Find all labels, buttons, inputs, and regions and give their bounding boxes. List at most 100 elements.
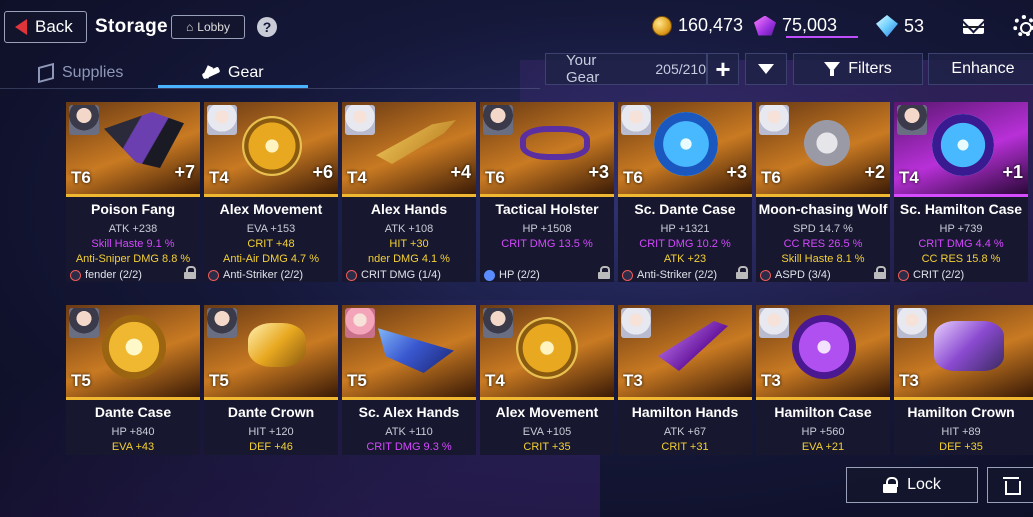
help-icon[interactable]: ? — [257, 17, 277, 37]
crystal-currency[interactable]: 75,003 — [754, 15, 837, 36]
claw-icon — [378, 328, 454, 373]
gear-card[interactable]: T3 Hamilton Case HP +560 EVA +21 — [756, 305, 890, 455]
enhance-level: +3 — [588, 162, 609, 182]
filters-button[interactable]: Filters — [793, 53, 923, 85]
sort-dropdown-button[interactable] — [745, 53, 787, 85]
gear-card[interactable]: T6 +3 Sc. Dante Case HP +1321 CRIT DMG 1… — [618, 102, 752, 282]
mail-icon[interactable] — [963, 19, 984, 34]
sub-stat-2: Skill Haste 8.1 % — [781, 253, 865, 265]
gear-card[interactable]: T6 +3 Tactical Holster HP +1508 CRIT DMG… — [480, 102, 614, 282]
gear-card[interactable]: T6 +7 Poison Fang ATK +238 Skill Haste 9… — [66, 102, 200, 282]
item-name: Alex Movement — [495, 404, 599, 420]
gold-currency[interactable]: 160,473 — [652, 15, 743, 36]
lobby-button[interactable]: ⌂ Lobby — [171, 15, 245, 39]
enhance-level: +1 — [1002, 162, 1023, 182]
diamond-amount: 53 — [904, 15, 925, 36]
item-name: Sc. Alex Hands — [358, 404, 460, 420]
tier-label: T4 — [347, 168, 367, 187]
main-stat: ATK +108 — [384, 223, 434, 235]
gear-tab-icon — [202, 66, 220, 80]
item-name: Sc. Dante Case — [634, 201, 736, 217]
gear-card[interactable]: T6 +2 Moon-chasing Wolf SPD 14.7 % CC RE… — [756, 102, 890, 282]
cross-swords-icon — [208, 269, 219, 281]
tab-gear[interactable]: Gear — [202, 58, 264, 88]
back-button[interactable]: Back — [4, 11, 87, 43]
enhance-level: +6 — [312, 162, 333, 182]
gear-card[interactable]: T5 Dante Case HP +840 EVA +43 — [66, 305, 200, 455]
heart-icon — [484, 269, 495, 281]
tab-divider — [0, 88, 540, 89]
diamond-currency[interactable]: 53 — [876, 15, 924, 37]
energy-core-icon — [654, 112, 718, 176]
dismantle-button[interactable] — [987, 467, 1033, 503]
settings-gear-icon[interactable] — [1013, 15, 1033, 37]
gear-card[interactable]: T3 Hamilton Crown HIT +89 DEF +35 — [894, 305, 1033, 455]
holster-belt-icon — [520, 126, 590, 160]
your-gear-panel: Your Gear 205/210 — [545, 52, 707, 86]
avatar — [69, 308, 99, 338]
item-name: Sc. Hamilton Case — [899, 201, 1023, 217]
item-name: Dante Case — [94, 404, 172, 420]
top-bar: Back Storage ⌂ Lobby ? 160,473 75,003 53 — [0, 0, 1033, 52]
lock-icon — [736, 266, 748, 279]
enhance-level: +4 — [450, 162, 471, 182]
expand-storage-button[interactable]: + — [707, 53, 739, 85]
lock-icon — [598, 266, 610, 279]
energy-core-icon — [102, 315, 166, 379]
main-stat: EVA +105 — [522, 426, 572, 438]
item-name: Alex Hands — [370, 201, 448, 217]
page-title: Storage — [95, 16, 168, 37]
enhance-button[interactable]: Enhance — [928, 53, 1033, 85]
clockwork-icon — [516, 317, 578, 379]
your-gear-label: Your Gear — [566, 52, 600, 86]
avatar — [621, 105, 651, 135]
main-stat: HP +1508 — [522, 223, 572, 235]
sub-stat-1: EVA +43 — [111, 441, 155, 453]
active-tab-indicator — [158, 85, 308, 88]
lobby-button-label: Lobby — [197, 20, 230, 34]
crit-icon — [898, 269, 909, 281]
gear-card[interactable]: T3 Hamilton Hands ATK +67 CRIT +31 — [618, 305, 752, 455]
sub-stat-1: CRIT +48 — [247, 238, 295, 250]
crystal-underline — [786, 36, 858, 38]
lock-icon — [874, 266, 886, 279]
avatar — [897, 105, 927, 135]
sub-stat-1: DEF +35 — [939, 441, 983, 453]
gear-card[interactable]: T4 +6 Alex Movement EVA +153 CRIT +48 An… — [204, 102, 338, 282]
main-stat: HIT +89 — [941, 426, 981, 438]
gear-card[interactable]: T5 Dante Crown HIT +120 DEF +46 — [204, 305, 338, 455]
avatar — [207, 308, 237, 338]
filters-button-label: Filters — [848, 60, 892, 77]
avatar — [897, 308, 927, 338]
gear-card[interactable]: T5 Sc. Alex Hands ATK +110 CRIT DMG 9.3 … — [342, 305, 476, 455]
energy-core-icon — [932, 114, 994, 176]
tab-supplies[interactable]: Supplies — [38, 58, 123, 88]
item-name: Alex Movement — [219, 201, 323, 217]
lock-button[interactable]: Lock — [846, 467, 978, 503]
crystal-amount: 75,003 — [782, 15, 838, 35]
set-bonus: Anti-Striker (2/2) — [208, 268, 334, 282]
tier-label: T6 — [485, 168, 505, 187]
gear-card[interactable]: T4 +1 Sc. Hamilton Case HP +739 CRIT DMG… — [894, 102, 1028, 282]
back-arrow-icon — [15, 19, 27, 35]
tier-label: T3 — [899, 371, 919, 390]
crown-icon — [248, 323, 306, 367]
tab-supplies-label: Supplies — [62, 64, 124, 81]
sub-stat-1: CRIT DMG 9.3 % — [366, 441, 452, 453]
claw-icon — [376, 120, 456, 164]
sub-stat-1: CRIT +31 — [661, 441, 709, 453]
tier-label: T6 — [761, 168, 781, 187]
avatar — [345, 105, 375, 135]
tier-label: T4 — [899, 168, 919, 187]
home-icon: ⌂ — [186, 20, 194, 34]
sub-stat-1: EVA +21 — [801, 441, 845, 453]
gear-card[interactable]: T4 Alex Movement EVA +105 CRIT +35 — [480, 305, 614, 455]
claw-icon — [658, 321, 728, 371]
clockwork-icon — [242, 116, 302, 176]
main-stat: EVA +153 — [246, 223, 296, 235]
gear-card[interactable]: T4 +4 Alex Hands ATK +108 HIT +30 nder D… — [342, 102, 476, 282]
sub-stat-1: Skill Haste 9.1 % — [91, 238, 175, 250]
tier-label: T5 — [209, 371, 229, 390]
avatar — [759, 105, 789, 135]
tier-label: T6 — [623, 168, 643, 187]
